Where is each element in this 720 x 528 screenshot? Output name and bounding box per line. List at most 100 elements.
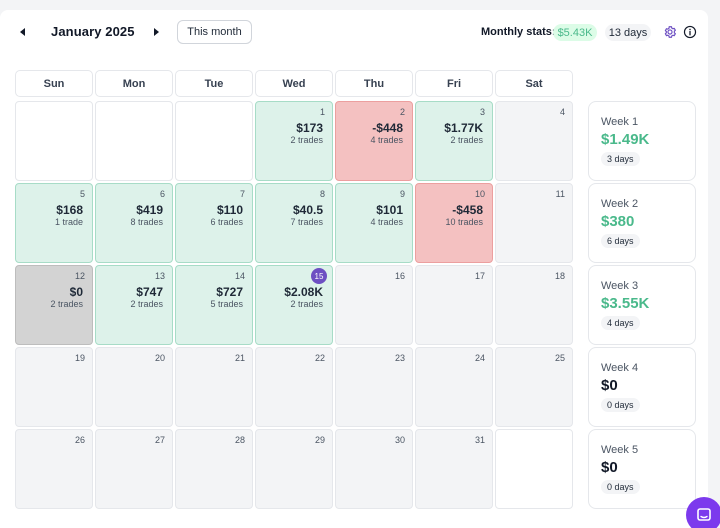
day-number: 6: [159, 189, 165, 199]
day-number: 4: [559, 107, 565, 117]
day-cell[interactable]: [15, 101, 93, 181]
day-number: 13: [154, 271, 165, 281]
weekday-thu: Thu: [335, 70, 413, 97]
day-number: 2: [399, 107, 405, 117]
week-summary-card[interactable]: Week 5 $0 0 days: [588, 429, 696, 509]
day-cell[interactable]: 2 -$448 4 trades: [335, 101, 413, 181]
day-cell[interactable]: 3 $1.77K 2 trades: [415, 101, 493, 181]
day-cell[interactable]: 28: [175, 429, 253, 509]
day-cell[interactable]: 23: [335, 347, 413, 427]
day-trade-count: 6 trades: [210, 217, 243, 227]
day-pnl: $110: [216, 203, 243, 217]
day-cell[interactable]: 20: [95, 347, 173, 427]
day-cell[interactable]: 12 $0 2 trades: [15, 265, 93, 345]
day-cell[interactable]: 9 $101 4 trades: [335, 183, 413, 263]
day-number: 19: [74, 353, 85, 363]
week-summary-card[interactable]: Week 2 $380 6 days: [588, 183, 696, 263]
week-days-badge: 3 days: [601, 152, 640, 166]
day-trade-count: 2 trades: [290, 135, 323, 145]
day-cell[interactable]: 8 $40.5 7 trades: [255, 183, 333, 263]
day-number: 5: [79, 189, 85, 199]
day-number: 10: [474, 189, 485, 199]
day-cell[interactable]: 15 $2.08K 2 trades: [255, 265, 333, 345]
week-days-badge: 0 days: [601, 480, 640, 494]
weekday-sat: Sat: [495, 70, 573, 97]
day-cell[interactable]: 1 $173 2 trades: [255, 101, 333, 181]
next-month-button[interactable]: [148, 24, 164, 40]
caret-right-icon: [154, 28, 159, 36]
day-number: 26: [74, 435, 85, 445]
day-number: 16: [394, 271, 405, 281]
day-trade-count: 4 trades: [370, 217, 403, 227]
day-pnl: $747: [136, 285, 163, 299]
day-cell[interactable]: 16: [335, 265, 413, 345]
day-cell[interactable]: 14 $727 5 trades: [175, 265, 253, 345]
weekday-mon: Mon: [95, 70, 173, 97]
day-cell[interactable]: 24: [415, 347, 493, 427]
day-number: 15: [311, 268, 327, 284]
day-cell[interactable]: 13 $747 2 trades: [95, 265, 173, 345]
day-trade-count: 2 trades: [290, 299, 323, 309]
day-number: 18: [554, 271, 565, 281]
week-summary-card[interactable]: Week 4 $0 0 days: [588, 347, 696, 427]
day-cell[interactable]: 11: [495, 183, 573, 263]
day-trade-count: 7 trades: [290, 217, 323, 227]
day-trade-count: 2 trades: [450, 135, 483, 145]
day-cell[interactable]: 4: [495, 101, 573, 181]
week-summary-card[interactable]: Week 1 $1.49K 3 days: [588, 101, 696, 181]
gear-icon[interactable]: [663, 25, 677, 39]
chat-button[interactable]: [686, 497, 720, 528]
monthly-stats-amount: $5.43K: [553, 24, 597, 41]
this-month-button[interactable]: This month: [177, 20, 252, 44]
week-days-badge: 6 days: [601, 234, 640, 248]
day-cell[interactable]: 21: [175, 347, 253, 427]
week-summary-card[interactable]: Week 3 $3.55K 4 days: [588, 265, 696, 345]
day-pnl: $727: [216, 285, 243, 299]
day-cell[interactable]: 25: [495, 347, 573, 427]
chat-icon: [697, 508, 711, 521]
week-pnl: $0: [601, 459, 618, 476]
day-cell[interactable]: 29: [255, 429, 333, 509]
info-icon[interactable]: [683, 25, 697, 39]
day-cell[interactable]: [95, 101, 173, 181]
day-cell[interactable]: 7 $110 6 trades: [175, 183, 253, 263]
day-cell[interactable]: 27: [95, 429, 173, 509]
day-cell[interactable]: [175, 101, 253, 181]
day-number: 22: [314, 353, 325, 363]
prev-month-button[interactable]: [15, 24, 31, 40]
day-cell[interactable]: 30: [335, 429, 413, 509]
day-pnl: $168: [56, 203, 83, 217]
day-number: 24: [474, 353, 485, 363]
day-pnl: $40.5: [292, 203, 323, 217]
day-pnl: $419: [136, 203, 163, 217]
week-days-badge: 4 days: [601, 316, 640, 330]
weekday-sun: Sun: [15, 70, 93, 97]
day-cell[interactable]: 31: [415, 429, 493, 509]
day-cell[interactable]: 10 -$458 10 trades: [415, 183, 493, 263]
day-cell[interactable]: 22: [255, 347, 333, 427]
week-label: Week 1: [601, 116, 639, 128]
day-number: 27: [154, 435, 165, 445]
day-pnl: $2.08K: [284, 285, 323, 299]
week-pnl: $380: [601, 213, 635, 230]
day-number: 14: [234, 271, 245, 281]
day-number: 12: [74, 271, 85, 281]
day-number: 11: [555, 189, 565, 199]
day-cell[interactable]: 18: [495, 265, 573, 345]
day-cell[interactable]: [495, 429, 573, 509]
week-label: Week 2: [601, 198, 639, 210]
week-days-badge: 0 days: [601, 398, 640, 412]
day-number: 29: [314, 435, 325, 445]
day-trade-count: 4 trades: [370, 135, 403, 145]
caret-left-icon: [20, 28, 25, 36]
week-pnl: $1.49K: [601, 131, 650, 148]
day-cell[interactable]: 17: [415, 265, 493, 345]
day-pnl: $0: [69, 285, 83, 299]
weekday-fri: Fri: [415, 70, 493, 97]
day-cell[interactable]: 19: [15, 347, 93, 427]
day-number: 3: [479, 107, 485, 117]
day-cell[interactable]: 5 $168 1 trade: [15, 183, 93, 263]
day-cell[interactable]: 6 $419 8 trades: [95, 183, 173, 263]
day-cell[interactable]: 26: [15, 429, 93, 509]
week-label: Week 5: [601, 444, 639, 456]
